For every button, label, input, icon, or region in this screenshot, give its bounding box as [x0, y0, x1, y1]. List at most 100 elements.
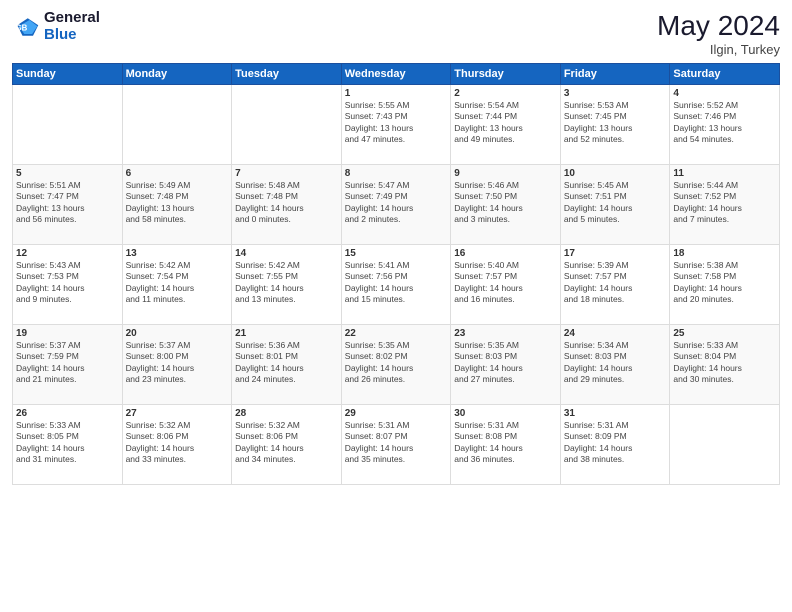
day-number: 17: [564, 248, 667, 259]
page-container: GB General Blue May 2024 Ilgin, Turkey S…: [0, 0, 792, 612]
day-number: 7: [235, 168, 338, 179]
week-row-4: 19Sunrise: 5:37 AM Sunset: 7:59 PM Dayli…: [13, 325, 780, 405]
day-cell: [122, 85, 232, 165]
day-cell: 24Sunrise: 5:34 AM Sunset: 8:03 PM Dayli…: [560, 325, 670, 405]
day-number: 6: [126, 168, 229, 179]
day-info: Sunrise: 5:53 AM Sunset: 7:45 PM Dayligh…: [564, 100, 667, 146]
day-number: 19: [16, 328, 119, 339]
day-info: Sunrise: 5:37 AM Sunset: 8:00 PM Dayligh…: [126, 340, 229, 386]
day-cell: [670, 405, 780, 485]
day-cell: 14Sunrise: 5:42 AM Sunset: 7:55 PM Dayli…: [232, 245, 342, 325]
header-monday: Monday: [122, 64, 232, 85]
day-cell: 6Sunrise: 5:49 AM Sunset: 7:48 PM Daylig…: [122, 165, 232, 245]
day-info: Sunrise: 5:44 AM Sunset: 7:52 PM Dayligh…: [673, 180, 776, 226]
day-info: Sunrise: 5:55 AM Sunset: 7:43 PM Dayligh…: [345, 100, 448, 146]
day-info: Sunrise: 5:47 AM Sunset: 7:49 PM Dayligh…: [345, 180, 448, 226]
day-number: 24: [564, 328, 667, 339]
day-info: Sunrise: 5:32 AM Sunset: 8:06 PM Dayligh…: [126, 420, 229, 466]
day-number: 10: [564, 168, 667, 179]
day-number: 28: [235, 408, 338, 419]
day-info: Sunrise: 5:33 AM Sunset: 8:05 PM Dayligh…: [16, 420, 119, 466]
day-cell: 16Sunrise: 5:40 AM Sunset: 7:57 PM Dayli…: [451, 245, 561, 325]
day-cell: 9Sunrise: 5:46 AM Sunset: 7:50 PM Daylig…: [451, 165, 561, 245]
calendar-table: SundayMondayTuesdayWednesdayThursdayFrid…: [12, 63, 780, 485]
location: Ilgin, Turkey: [657, 42, 780, 57]
day-info: Sunrise: 5:46 AM Sunset: 7:50 PM Dayligh…: [454, 180, 557, 226]
day-cell: 1Sunrise: 5:55 AM Sunset: 7:43 PM Daylig…: [341, 85, 451, 165]
day-info: Sunrise: 5:31 AM Sunset: 8:09 PM Dayligh…: [564, 420, 667, 466]
day-number: 16: [454, 248, 557, 259]
day-cell: 19Sunrise: 5:37 AM Sunset: 7:59 PM Dayli…: [13, 325, 123, 405]
day-cell: 27Sunrise: 5:32 AM Sunset: 8:06 PM Dayli…: [122, 405, 232, 485]
day-info: Sunrise: 5:49 AM Sunset: 7:48 PM Dayligh…: [126, 180, 229, 226]
day-number: 1: [345, 88, 448, 99]
day-info: Sunrise: 5:37 AM Sunset: 7:59 PM Dayligh…: [16, 340, 119, 386]
day-info: Sunrise: 5:35 AM Sunset: 8:02 PM Dayligh…: [345, 340, 448, 386]
day-info: Sunrise: 5:35 AM Sunset: 8:03 PM Dayligh…: [454, 340, 557, 386]
day-info: Sunrise: 5:45 AM Sunset: 7:51 PM Dayligh…: [564, 180, 667, 226]
day-number: 2: [454, 88, 557, 99]
day-cell: 28Sunrise: 5:32 AM Sunset: 8:06 PM Dayli…: [232, 405, 342, 485]
day-cell: 30Sunrise: 5:31 AM Sunset: 8:08 PM Dayli…: [451, 405, 561, 485]
day-number: 26: [16, 408, 119, 419]
day-number: 4: [673, 88, 776, 99]
day-number: 13: [126, 248, 229, 259]
day-cell: 20Sunrise: 5:37 AM Sunset: 8:00 PM Dayli…: [122, 325, 232, 405]
day-info: Sunrise: 5:42 AM Sunset: 7:54 PM Dayligh…: [126, 260, 229, 306]
svg-text:GB: GB: [16, 23, 28, 32]
day-number: 22: [345, 328, 448, 339]
day-number: 11: [673, 168, 776, 179]
week-row-1: 1Sunrise: 5:55 AM Sunset: 7:43 PM Daylig…: [13, 85, 780, 165]
day-number: 30: [454, 408, 557, 419]
day-info: Sunrise: 5:54 AM Sunset: 7:44 PM Dayligh…: [454, 100, 557, 146]
day-info: Sunrise: 5:40 AM Sunset: 7:57 PM Dayligh…: [454, 260, 557, 306]
day-info: Sunrise: 5:32 AM Sunset: 8:06 PM Dayligh…: [235, 420, 338, 466]
day-cell: [232, 85, 342, 165]
day-cell: 15Sunrise: 5:41 AM Sunset: 7:56 PM Dayli…: [341, 245, 451, 325]
day-cell: 10Sunrise: 5:45 AM Sunset: 7:51 PM Dayli…: [560, 165, 670, 245]
day-cell: 25Sunrise: 5:33 AM Sunset: 8:04 PM Dayli…: [670, 325, 780, 405]
week-row-3: 12Sunrise: 5:43 AM Sunset: 7:53 PM Dayli…: [13, 245, 780, 325]
day-number: 31: [564, 408, 667, 419]
day-cell: 11Sunrise: 5:44 AM Sunset: 7:52 PM Dayli…: [670, 165, 780, 245]
day-info: Sunrise: 5:38 AM Sunset: 7:58 PM Dayligh…: [673, 260, 776, 306]
week-row-5: 26Sunrise: 5:33 AM Sunset: 8:05 PM Dayli…: [13, 405, 780, 485]
day-info: Sunrise: 5:52 AM Sunset: 7:46 PM Dayligh…: [673, 100, 776, 146]
calendar-header-row: SundayMondayTuesdayWednesdayThursdayFrid…: [13, 64, 780, 85]
day-info: Sunrise: 5:41 AM Sunset: 7:56 PM Dayligh…: [345, 260, 448, 306]
day-info: Sunrise: 5:48 AM Sunset: 7:48 PM Dayligh…: [235, 180, 338, 226]
title-block: May 2024 Ilgin, Turkey: [657, 10, 780, 57]
day-cell: 18Sunrise: 5:38 AM Sunset: 7:58 PM Dayli…: [670, 245, 780, 325]
day-number: 18: [673, 248, 776, 259]
day-number: 15: [345, 248, 448, 259]
day-number: 20: [126, 328, 229, 339]
week-row-2: 5Sunrise: 5:51 AM Sunset: 7:47 PM Daylig…: [13, 165, 780, 245]
day-number: 14: [235, 248, 338, 259]
day-cell: 5Sunrise: 5:51 AM Sunset: 7:47 PM Daylig…: [13, 165, 123, 245]
day-info: Sunrise: 5:51 AM Sunset: 7:47 PM Dayligh…: [16, 180, 119, 226]
header-thursday: Thursday: [451, 64, 561, 85]
day-cell: 4Sunrise: 5:52 AM Sunset: 7:46 PM Daylig…: [670, 85, 780, 165]
header-sunday: Sunday: [13, 64, 123, 85]
day-cell: 7Sunrise: 5:48 AM Sunset: 7:48 PM Daylig…: [232, 165, 342, 245]
day-cell: 8Sunrise: 5:47 AM Sunset: 7:49 PM Daylig…: [341, 165, 451, 245]
day-number: 12: [16, 248, 119, 259]
day-info: Sunrise: 5:33 AM Sunset: 8:04 PM Dayligh…: [673, 340, 776, 386]
header-friday: Friday: [560, 64, 670, 85]
day-number: 27: [126, 408, 229, 419]
day-cell: 31Sunrise: 5:31 AM Sunset: 8:09 PM Dayli…: [560, 405, 670, 485]
month-title: May 2024: [657, 10, 780, 42]
day-number: 21: [235, 328, 338, 339]
day-info: Sunrise: 5:34 AM Sunset: 8:03 PM Dayligh…: [564, 340, 667, 386]
day-cell: 12Sunrise: 5:43 AM Sunset: 7:53 PM Dayli…: [13, 245, 123, 325]
day-number: 23: [454, 328, 557, 339]
day-cell: 21Sunrise: 5:36 AM Sunset: 8:01 PM Dayli…: [232, 325, 342, 405]
day-cell: 13Sunrise: 5:42 AM Sunset: 7:54 PM Dayli…: [122, 245, 232, 325]
day-number: 29: [345, 408, 448, 419]
day-cell: 23Sunrise: 5:35 AM Sunset: 8:03 PM Dayli…: [451, 325, 561, 405]
day-number: 9: [454, 168, 557, 179]
day-cell: 29Sunrise: 5:31 AM Sunset: 8:07 PM Dayli…: [341, 405, 451, 485]
day-cell: 26Sunrise: 5:33 AM Sunset: 8:05 PM Dayli…: [13, 405, 123, 485]
day-info: Sunrise: 5:31 AM Sunset: 8:08 PM Dayligh…: [454, 420, 557, 466]
day-number: 25: [673, 328, 776, 339]
